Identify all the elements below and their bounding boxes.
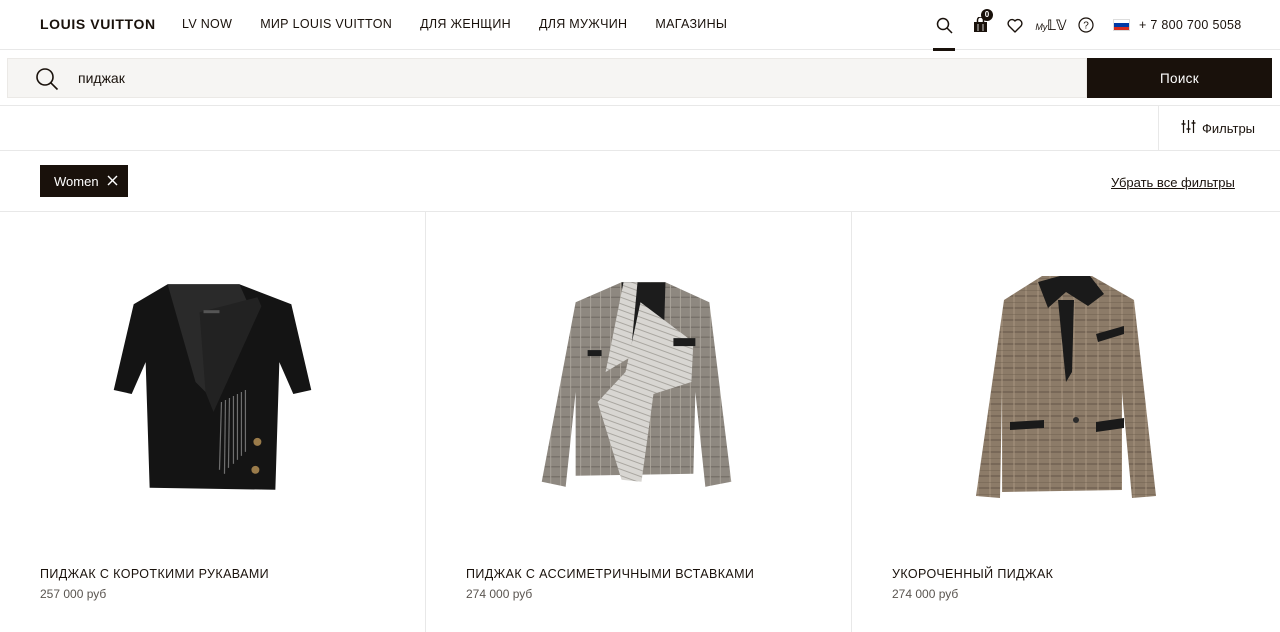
- shopping-bag-icon[interactable]: 0: [969, 9, 993, 36]
- product-name[interactable]: УКОРОЧЕННЫЙ ПИДЖАК: [892, 567, 1053, 581]
- product-image-asymmetric-jacket[interactable]: [426, 242, 851, 542]
- product-card[interactable]: ПИДЖАК С АССИМЕТРИЧНЫМИ ВСТАВКАМИ 274 00…: [426, 212, 852, 632]
- clear-all-filters-link[interactable]: Убрать все фильтры: [1111, 175, 1235, 190]
- phone-number[interactable]: + 7 800 700 5058: [1139, 18, 1241, 32]
- bag-count-badge: 0: [981, 9, 993, 21]
- nav-item-lv-now[interactable]: LV NOW: [182, 17, 232, 31]
- product-price: 257 000 руб: [40, 587, 107, 601]
- product-card[interactable]: ПИДЖАК С КОРОТКИМИ РУКАВАМИ 257 000 руб: [0, 212, 426, 632]
- search-bar: [7, 58, 1087, 98]
- heart-icon[interactable]: [1004, 14, 1026, 36]
- product-image-cropped-jacket[interactable]: [852, 242, 1280, 542]
- product-image-short-sleeve-jacket[interactable]: [0, 242, 425, 542]
- search-field-icon: [35, 67, 59, 96]
- nav-item-world-of-lv[interactable]: МИР LOUIS VUITTON: [260, 17, 392, 31]
- close-icon[interactable]: [107, 174, 118, 189]
- my-lv-label: My: [1035, 21, 1048, 32]
- my-lv-icon[interactable]: My𝕃𝕍: [1035, 14, 1066, 36]
- active-search-indicator: [933, 48, 955, 51]
- product-grid: ПИДЖАК С КОРОТКИМИ РУКАВАМИ 257 000 руб: [0, 211, 1280, 632]
- svg-text:?: ?: [1083, 21, 1089, 32]
- nav-item-stores[interactable]: МАГАЗИНЫ: [655, 17, 727, 31]
- product-card[interactable]: УКОРОЧЕННЫЙ ПИДЖАК 274 000 руб: [852, 212, 1280, 632]
- nav-item-men[interactable]: ДЛЯ МУЖЧИН: [539, 17, 627, 31]
- nav-item-women[interactable]: ДЛЯ ЖЕНЩИН: [420, 17, 511, 31]
- filter-bar: Фильтры: [0, 105, 1280, 151]
- active-filter-chip[interactable]: Women: [40, 165, 128, 197]
- brand-logo[interactable]: LOUIS VUITTON: [40, 16, 156, 32]
- filter-sliders-icon: [1181, 119, 1196, 137]
- search-button[interactable]: Поиск: [1087, 58, 1272, 98]
- russia-flag-icon[interactable]: [1113, 19, 1130, 31]
- search-icon[interactable]: [933, 14, 955, 36]
- filters-button[interactable]: Фильтры: [1158, 106, 1280, 150]
- search-input[interactable]: [78, 59, 1068, 97]
- product-name[interactable]: ПИДЖАК С КОРОТКИМИ РУКАВАМИ: [40, 567, 269, 581]
- chip-label: Women: [54, 173, 99, 189]
- site-header: LOUIS VUITTON LV NOW МИР LOUIS VUITTON Д…: [0, 0, 1280, 51]
- help-icon[interactable]: ?: [1075, 14, 1097, 36]
- product-price: 274 000 руб: [892, 587, 959, 601]
- product-price: 274 000 руб: [466, 587, 533, 601]
- main-nav: LV NOW МИР LOUIS VUITTON ДЛЯ ЖЕНЩИН ДЛЯ …: [182, 17, 727, 31]
- product-name[interactable]: ПИДЖАК С АССИМЕТРИЧНЫМИ ВСТАВКАМИ: [466, 567, 754, 581]
- filters-label: Фильтры: [1202, 120, 1256, 136]
